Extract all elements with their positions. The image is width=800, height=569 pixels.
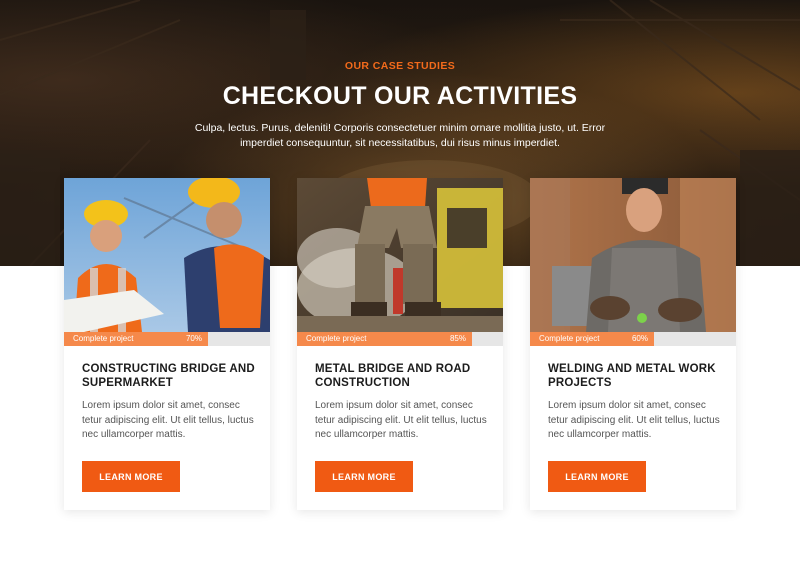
progress-bar: Complete project 70% [64, 332, 270, 346]
card-title: WELDING AND METAL WORK PROJECTS [548, 363, 716, 389]
progress-label: Complete project [306, 334, 367, 343]
card-description: Lorem ipsum dolor sit amet, consec tetur… [82, 400, 254, 440]
engineers-reviewing-plans-photo [64, 178, 270, 332]
case-study-card: Complete project 85% METAL BRIDGE AND RO… [297, 178, 503, 510]
progress-label: Complete project [73, 334, 134, 343]
progress-value: 60% [631, 334, 648, 343]
progress-bar: Complete project 60% [530, 332, 736, 346]
section-headline: CHECKOUT OUR ACTIVITIES [222, 82, 578, 110]
progress-label: Complete project [539, 334, 600, 343]
card-description: Lorem ipsum dolor sit amet, consec tetur… [315, 400, 487, 440]
section-eyebrow: OUR CASE STUDIES [344, 60, 456, 72]
case-study-card: Complete project 70% CONSTRUCTING BRIDGE… [64, 178, 270, 510]
card-description: Lorem ipsum dolor sit amet, consec tetur… [548, 400, 720, 440]
learn-more-button[interactable]: LEARN MORE [315, 461, 413, 492]
worker-with-jackhammer-photo [297, 178, 503, 332]
welder-at-work-photo [530, 178, 736, 332]
progress-bar: Complete project 85% [297, 332, 503, 346]
section-intro: Culpa, lectus. Purus, deleniti! Corporis… [194, 122, 606, 149]
card-title: CONSTRUCTING BRIDGE AND SUPERMARKET [82, 363, 255, 389]
progress-value: 85% [449, 334, 466, 343]
learn-more-button[interactable]: LEARN MORE [82, 461, 180, 492]
learn-more-button[interactable]: LEARN MORE [548, 461, 646, 492]
progress-value: 70% [185, 334, 202, 343]
case-study-card: Complete project 60% WELDING AND METAL W… [530, 178, 736, 510]
card-title: METAL BRIDGE AND ROAD CONSTRUCTION [315, 363, 471, 389]
